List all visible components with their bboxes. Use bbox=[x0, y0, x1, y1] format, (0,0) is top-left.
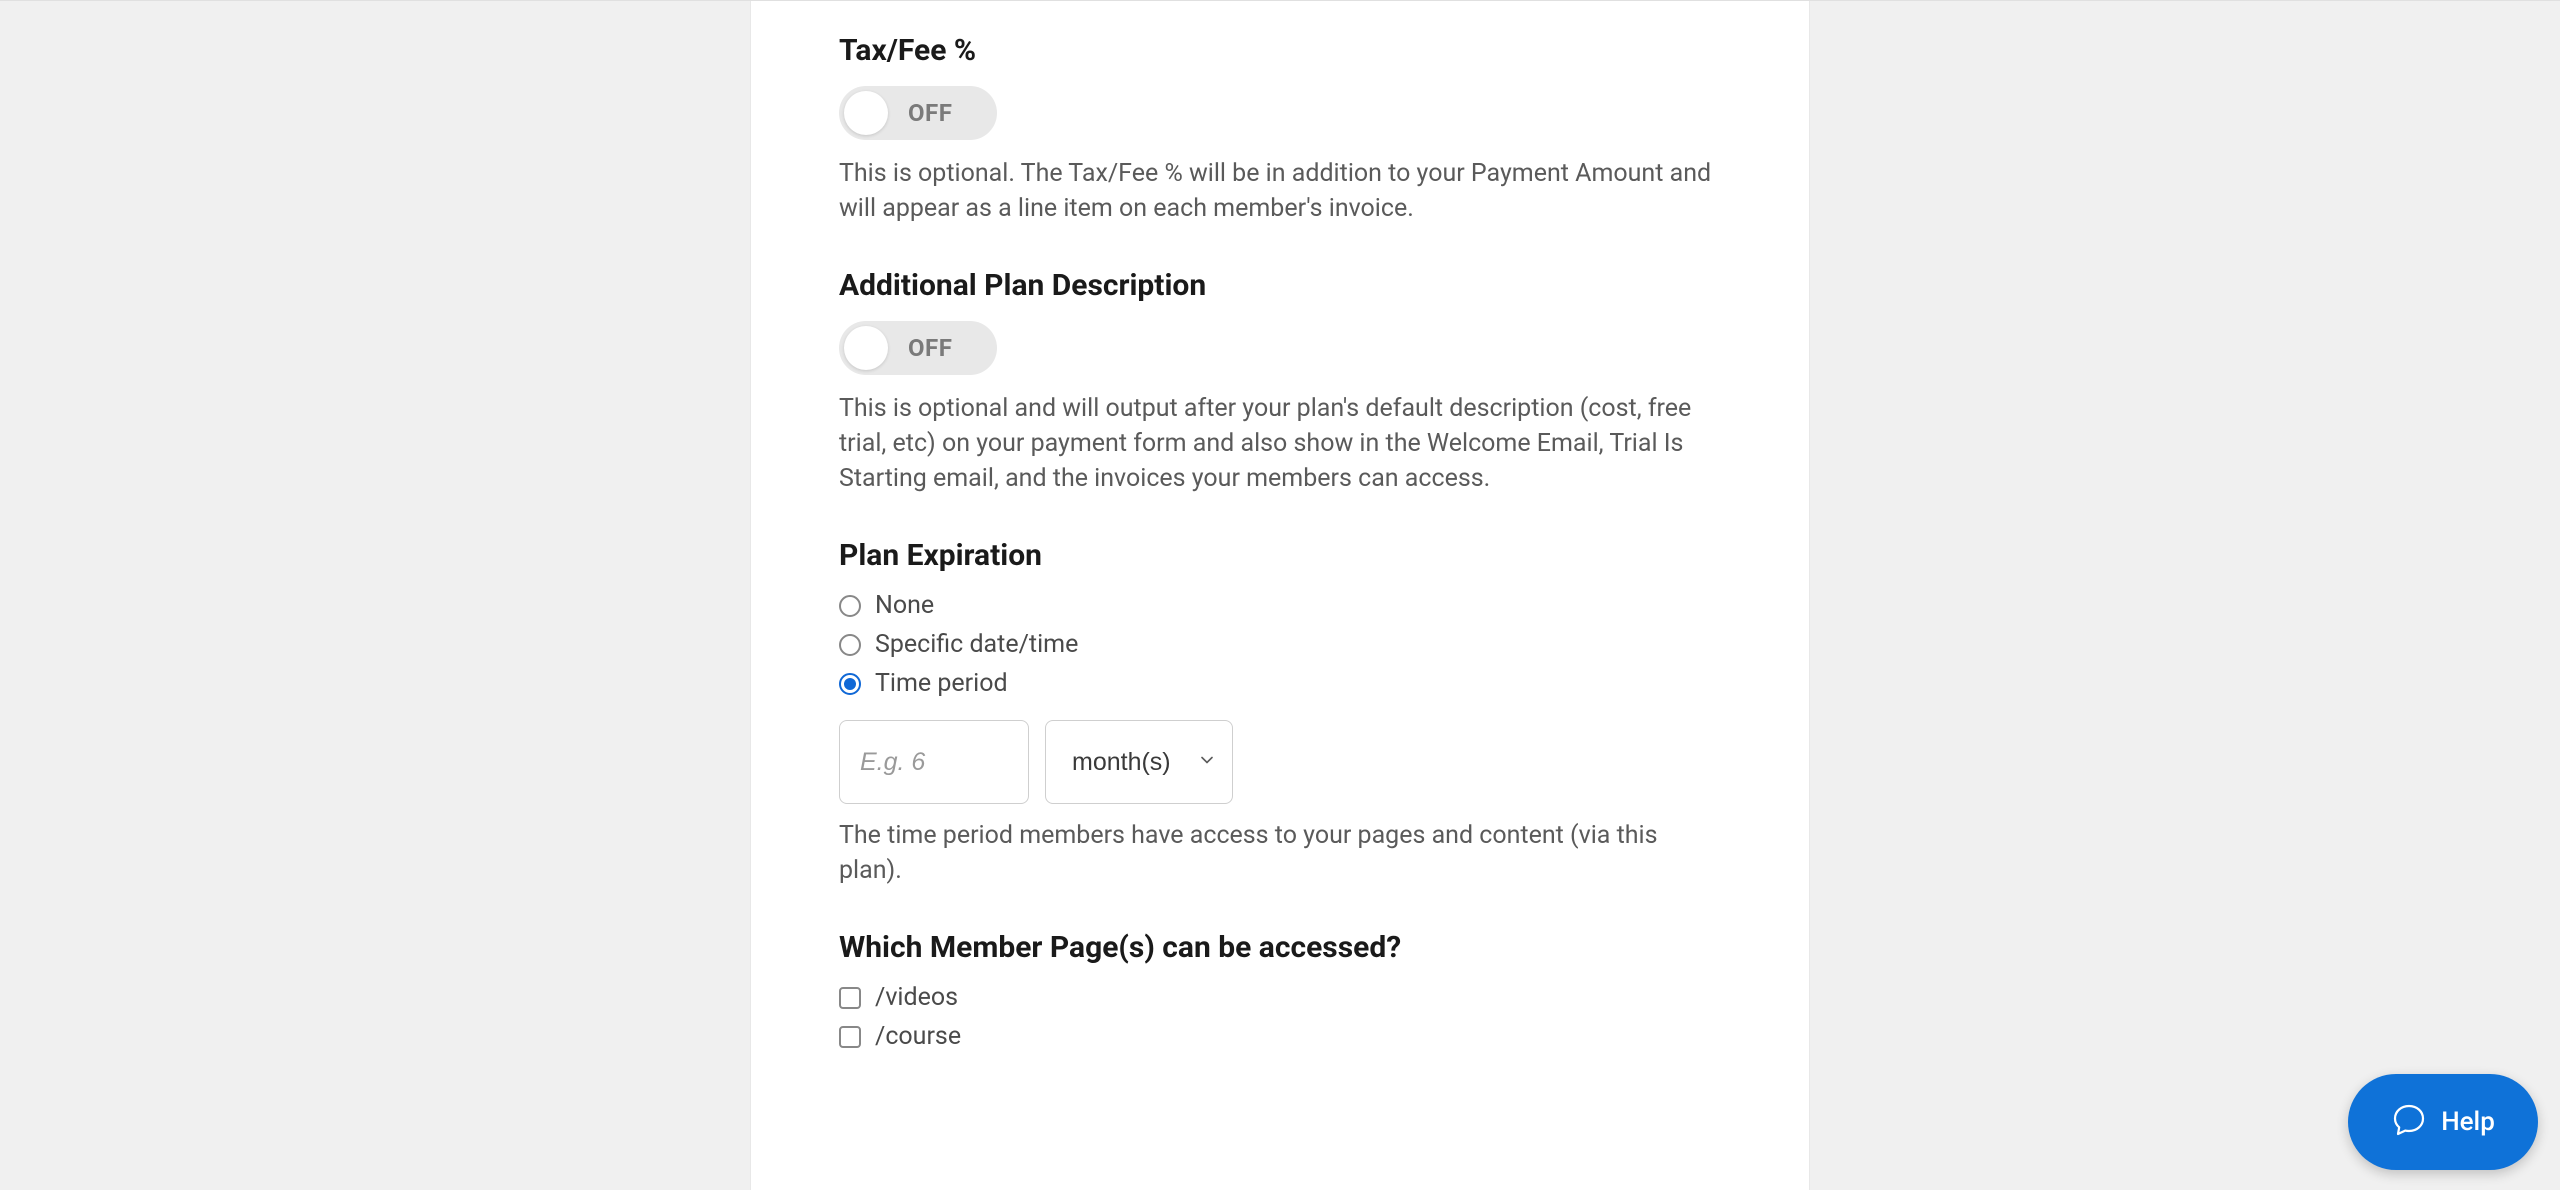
chat-bubble-icon bbox=[2391, 1102, 2427, 1142]
radio-specific-date[interactable]: Specific date/time bbox=[839, 630, 1721, 659]
member-pages-title: Which Member Page(s) can be accessed? bbox=[839, 930, 1721, 965]
help-button[interactable]: Help bbox=[2348, 1074, 2538, 1170]
additional-description-section: Additional Plan Description OFF This is … bbox=[839, 268, 1721, 496]
additional-description-toggle[interactable]: OFF bbox=[839, 321, 997, 375]
expiration-radio-group: None Specific date/time Time period bbox=[839, 591, 1721, 698]
page-container: Tax/Fee % OFF This is optional. The Tax/… bbox=[0, 0, 2560, 1190]
checkbox-box-icon bbox=[839, 987, 861, 1009]
tax-fee-description: This is optional. The Tax/Fee % will be … bbox=[839, 156, 1721, 226]
radio-circle-selected-icon bbox=[839, 673, 861, 695]
checkbox-course-label: /course bbox=[875, 1022, 961, 1051]
tax-fee-section: Tax/Fee % OFF This is optional. The Tax/… bbox=[839, 33, 1721, 226]
radio-none[interactable]: None bbox=[839, 591, 1721, 620]
tax-fee-title: Tax/Fee % bbox=[839, 33, 1721, 68]
time-period-inputs: month(s) bbox=[839, 720, 1721, 804]
toggle-knob bbox=[844, 91, 888, 135]
settings-panel: Tax/Fee % OFF This is optional. The Tax/… bbox=[750, 1, 1810, 1190]
help-label: Help bbox=[2441, 1107, 2495, 1137]
additional-description-title: Additional Plan Description bbox=[839, 268, 1721, 303]
radio-dot-icon bbox=[844, 678, 856, 690]
radio-time-period[interactable]: Time period bbox=[839, 669, 1721, 698]
toggle-label: OFF bbox=[908, 334, 952, 362]
time-period-unit-select-wrapper: month(s) bbox=[1045, 720, 1233, 804]
plan-expiration-section: Plan Expiration None Specific date/time … bbox=[839, 538, 1721, 888]
member-pages-checkbox-group: /videos /course bbox=[839, 983, 1721, 1051]
radio-time-period-label: Time period bbox=[875, 669, 1008, 698]
member-pages-section: Which Member Page(s) can be accessed? /v… bbox=[839, 930, 1721, 1051]
checkbox-videos[interactable]: /videos bbox=[839, 983, 1721, 1012]
checkbox-videos-label: /videos bbox=[875, 983, 958, 1012]
checkbox-course[interactable]: /course bbox=[839, 1022, 1721, 1051]
additional-description-text: This is optional and will output after y… bbox=[839, 391, 1721, 496]
plan-expiration-title: Plan Expiration bbox=[839, 538, 1721, 573]
time-period-unit-select[interactable]: month(s) bbox=[1045, 720, 1233, 804]
time-period-description: The time period members have access to y… bbox=[839, 818, 1721, 888]
toggle-knob bbox=[844, 326, 888, 370]
radio-none-label: None bbox=[875, 591, 934, 620]
time-period-number-input[interactable] bbox=[839, 720, 1029, 804]
toggle-label: OFF bbox=[908, 99, 952, 127]
radio-specific-label: Specific date/time bbox=[875, 630, 1078, 659]
checkbox-box-icon bbox=[839, 1026, 861, 1048]
radio-circle-icon bbox=[839, 595, 861, 617]
tax-fee-toggle[interactable]: OFF bbox=[839, 86, 997, 140]
radio-circle-icon bbox=[839, 634, 861, 656]
